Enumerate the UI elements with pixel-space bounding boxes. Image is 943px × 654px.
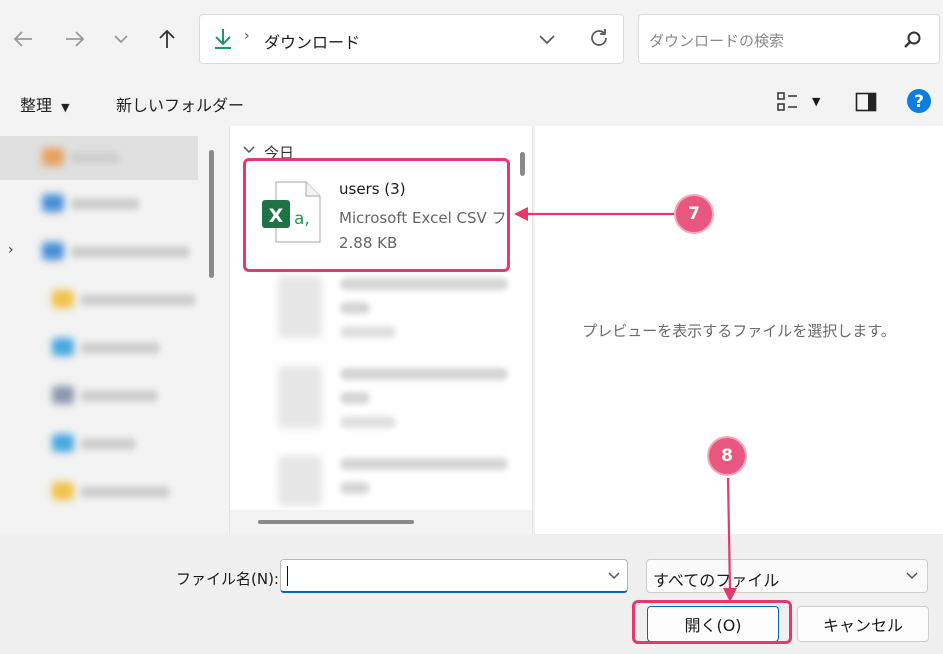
step7-arrow-head-icon xyxy=(514,207,528,221)
step8-arrow-head-icon xyxy=(723,588,737,602)
step8-badge: 8 xyxy=(707,436,747,476)
annotation-arrows xyxy=(514,207,737,602)
step7-badge: 7 xyxy=(674,194,714,234)
step8-arrow-line xyxy=(726,477,732,591)
